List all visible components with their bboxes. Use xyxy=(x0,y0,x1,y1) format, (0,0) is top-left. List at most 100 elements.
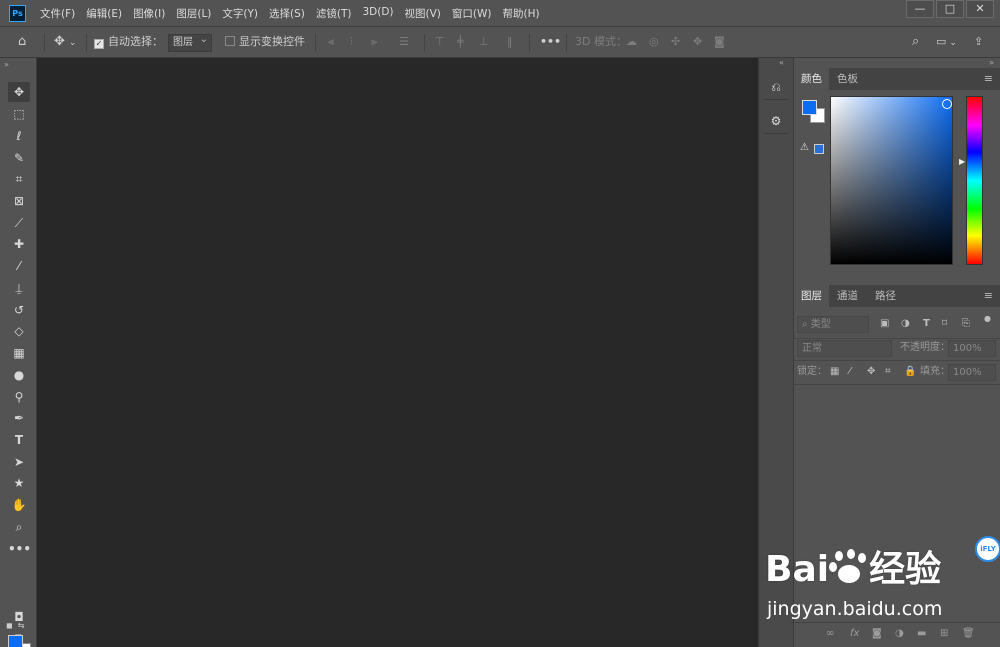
layer-filter-kind[interactable]: ⌕ 类型 xyxy=(797,316,869,333)
more-options-button[interactable]: ••• xyxy=(540,34,561,50)
edit-toolbar-icon[interactable]: ••• xyxy=(8,539,31,559)
link-layers-icon[interactable]: ∞ xyxy=(826,628,834,639)
hue-slider-arrow-icon[interactable]: ▶ xyxy=(959,157,965,166)
color-picker-cursor[interactable] xyxy=(942,99,952,109)
ifly-badge[interactable]: iFLY xyxy=(975,536,1000,562)
panel-menu-icon[interactable]: ≡ xyxy=(984,72,993,85)
distribute-icon[interactable]: ☰ xyxy=(399,34,409,50)
tab-channels[interactable]: 通道 xyxy=(830,285,865,307)
panel-menu-icon[interactable]: ≡ xyxy=(984,289,993,302)
opacity-field[interactable]: 100% xyxy=(948,340,996,357)
align-left-icon[interactable]: ⫷ xyxy=(328,34,334,50)
search-icon[interactable]: ⌕ xyxy=(912,34,919,50)
auto-select-checkbox[interactable]: ✓ 自动选择： xyxy=(94,34,163,50)
align-center-icon[interactable]: ⫶ xyxy=(350,34,353,50)
blur-icon[interactable]: ● xyxy=(8,365,30,385)
menu-file[interactable]: 文件(F) xyxy=(40,6,75,21)
quick-selection-icon[interactable]: ✎ xyxy=(8,148,30,168)
tab-color[interactable]: 颜色 xyxy=(794,68,829,90)
adjustment-layer-icon[interactable]: ◑ xyxy=(895,628,904,639)
menu-help[interactable]: 帮助(H) xyxy=(503,6,540,21)
custom-shape-icon[interactable]: ★ xyxy=(8,473,30,493)
brush-icon[interactable]: ⁄ xyxy=(8,256,30,276)
menu-image[interactable]: 图像(I) xyxy=(133,6,165,21)
zoom-icon[interactable]: ⌕ xyxy=(8,517,30,537)
lock-image-icon[interactable]: ⁄ xyxy=(849,366,851,377)
delete-layer-icon[interactable]: 🗑 xyxy=(962,628,975,639)
history-brush-icon[interactable]: ↺ xyxy=(8,300,30,320)
gamut-warning-icon[interactable]: ⚠ xyxy=(800,142,809,153)
menu-view[interactable]: 视图(V) xyxy=(405,6,441,21)
add-mask-icon[interactable]: ◙ xyxy=(872,628,882,639)
expand-arrows-icon[interactable]: « xyxy=(779,58,784,67)
history-panel-icon[interactable]: ⎌ xyxy=(763,74,789,100)
path-selection-icon[interactable]: ➤ xyxy=(8,452,30,472)
saturation-brightness-field[interactable] xyxy=(830,96,953,265)
align-middle-icon[interactable]: ╪ xyxy=(457,34,464,50)
eyedropper-icon[interactable]: ⟋ xyxy=(8,213,30,233)
blend-mode-dropdown[interactable]: 正常 xyxy=(797,340,892,357)
lock-transparent-icon[interactable]: ▦ xyxy=(830,366,839,377)
new-layer-icon[interactable]: ⊞ xyxy=(940,628,948,639)
fill-field[interactable]: 100% xyxy=(948,364,996,381)
pen-icon[interactable]: ✒ xyxy=(8,408,30,428)
healing-brush-icon[interactable]: ✚ xyxy=(8,234,30,254)
show-transform-checkbox[interactable]: 显示变换控件 xyxy=(225,34,305,50)
layer-style-icon[interactable]: fx xyxy=(850,628,859,639)
menu-filter[interactable]: 滤镜(T) xyxy=(316,6,352,21)
hue-slider[interactable] xyxy=(966,96,983,265)
move-tool-icon[interactable]: ✥ xyxy=(8,82,30,102)
menu-select[interactable]: 选择(S) xyxy=(269,6,305,21)
fill-label: 填充： xyxy=(920,366,950,377)
collapse-arrows-icon[interactable]: » xyxy=(4,60,9,69)
align-bottom-icon[interactable]: ⊥ xyxy=(479,34,489,50)
maximize-button[interactable]: □ xyxy=(936,0,964,18)
home-icon[interactable]: ⌂ xyxy=(18,34,26,50)
properties-panel-icon[interactable]: ⚙ xyxy=(763,108,789,134)
dodge-icon[interactable]: ⚲ xyxy=(8,387,30,407)
clone-stamp-icon[interactable]: ⍊ xyxy=(8,278,30,298)
menu-layer[interactable]: 图层(L) xyxy=(176,6,211,21)
align-right-icon[interactable]: ⫸ xyxy=(371,34,377,50)
tab-layers[interactable]: 图层 xyxy=(794,285,829,307)
filter-shape-icon[interactable]: ⌑ xyxy=(942,318,947,329)
lasso-icon[interactable]: ℓ xyxy=(8,126,30,146)
gradient-icon[interactable]: ▦ xyxy=(8,343,30,363)
menu-3d[interactable]: 3D(D) xyxy=(362,6,393,21)
menu-edit[interactable]: 编辑(E) xyxy=(86,6,122,21)
picker-foreground-swatch[interactable] xyxy=(802,100,817,115)
distribute-vertical-icon[interactable]: ‖ xyxy=(507,34,513,50)
auto-select-dropdown[interactable]: 图层 xyxy=(168,32,212,52)
minimize-button[interactable]: — xyxy=(906,0,934,18)
new-group-icon[interactable]: ▬ xyxy=(917,628,926,639)
lock-position-icon[interactable]: ✥ xyxy=(867,366,875,377)
align-top-icon[interactable]: ⊤ xyxy=(435,34,445,50)
hand-icon[interactable]: ✋ xyxy=(8,495,30,515)
eraser-icon[interactable]: ◇ xyxy=(8,321,30,341)
filter-adjustment-icon[interactable]: ◑ xyxy=(901,318,910,329)
tab-swatches[interactable]: 色板 xyxy=(830,68,865,90)
lock-artboard-icon[interactable]: ⌗ xyxy=(885,366,891,377)
layers-panel-tabs: 图层 通道 路径 ≡ xyxy=(794,285,1000,307)
filter-toggle-icon[interactable]: ● xyxy=(984,314,991,323)
websafe-color-swatch[interactable] xyxy=(814,144,824,154)
filter-type-icon[interactable]: T xyxy=(923,318,930,329)
workspace-icon[interactable]: ▭ ⌄ xyxy=(936,34,957,51)
share-icon[interactable]: ⇪ xyxy=(974,34,983,50)
menu-window[interactable]: 窗口(W) xyxy=(452,6,492,21)
close-button[interactable]: ✕ xyxy=(966,0,994,18)
collapse-arrows-icon[interactable]: » xyxy=(989,58,994,67)
crop-icon[interactable]: ⌗ xyxy=(8,169,30,189)
filter-smart-object-icon[interactable]: ⎘ xyxy=(962,318,970,329)
move-tool-preset-icon[interactable]: ✥ ⌄ xyxy=(54,34,76,51)
rectangular-marquee-icon[interactable]: ⬚ xyxy=(8,104,30,124)
quick-mask-icon[interactable]: ◘ xyxy=(8,607,30,627)
foreground-color-swatch[interactable] xyxy=(8,635,23,647)
filter-pixel-icon[interactable]: ▣ xyxy=(880,318,889,329)
frame-icon[interactable]: ⊠ xyxy=(8,191,30,211)
document-canvas[interactable] xyxy=(37,58,758,647)
lock-all-icon[interactable]: 🔒 xyxy=(904,366,916,377)
menu-type[interactable]: 文字(Y) xyxy=(222,6,258,21)
tab-paths[interactable]: 路径 xyxy=(868,285,903,307)
type-tool-icon[interactable]: T xyxy=(8,430,30,450)
